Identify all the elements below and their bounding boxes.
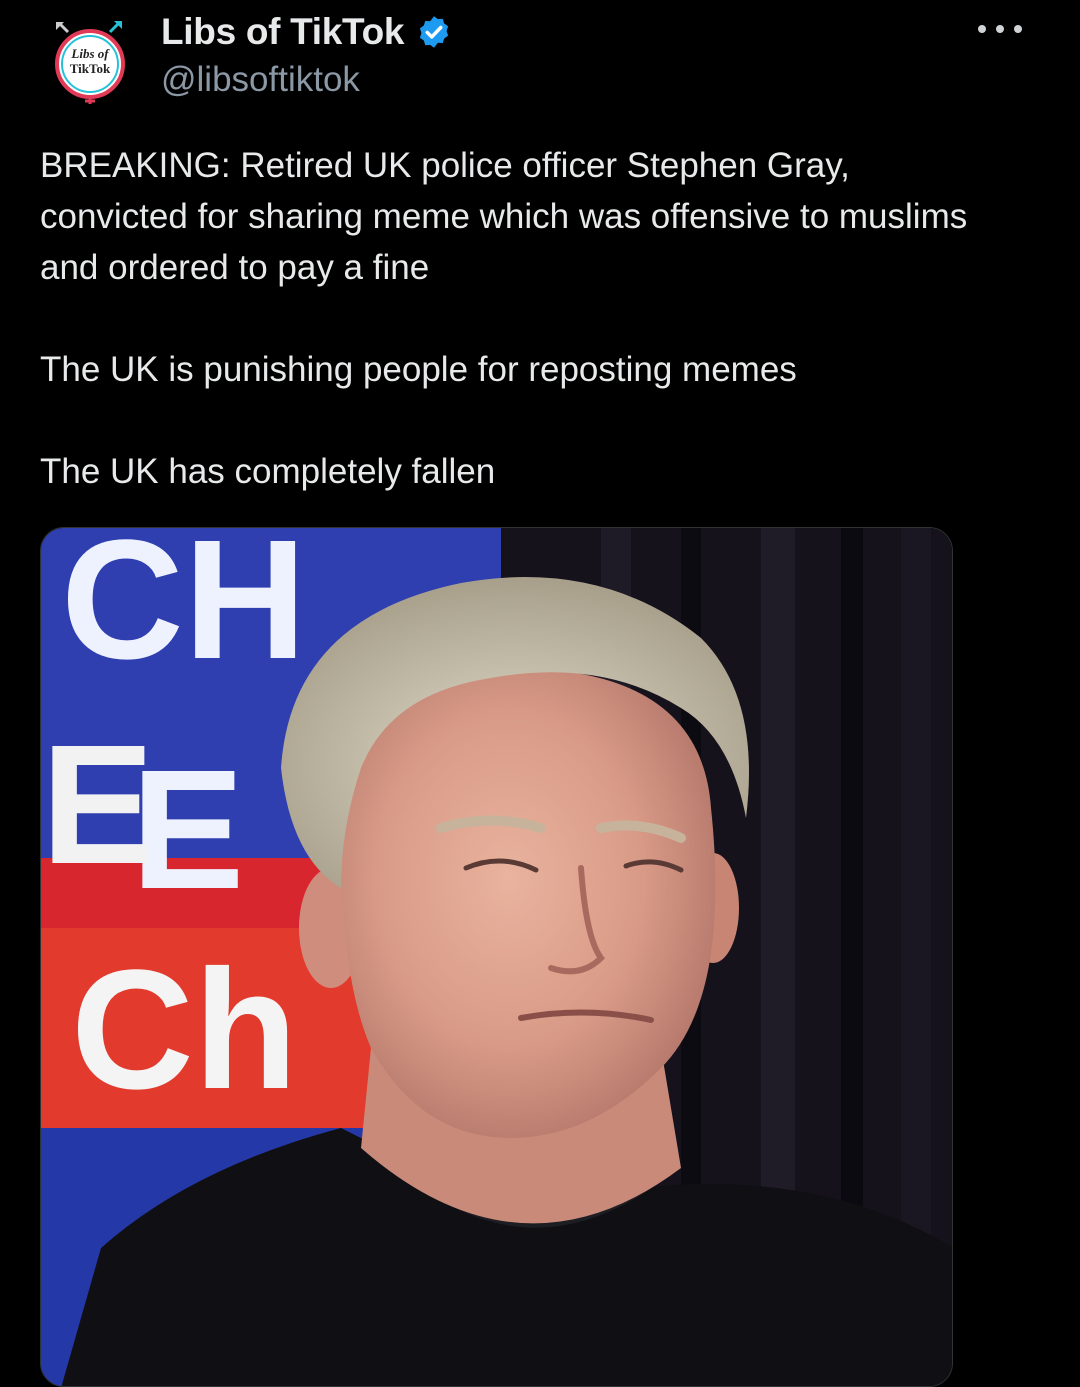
avatar-text-line1: Libs of [70, 46, 110, 61]
photo-illustration: CH E E Ch [41, 528, 952, 1386]
more-dot [978, 25, 986, 33]
tweet-media-photo[interactable]: CH E E Ch [40, 527, 953, 1387]
tweet-text: BREAKING: Retired UK police officer Step… [40, 140, 970, 497]
svg-text:E: E [41, 710, 154, 900]
tweet-paragraph: The UK is punishing people for reposting… [40, 350, 797, 389]
avatar-text-line2: TikTok [70, 61, 111, 76]
tweet-paragraph: BREAKING: Retired UK police officer Step… [40, 146, 968, 287]
more-options-icon[interactable] [978, 14, 1022, 44]
verified-badge-icon [420, 16, 449, 48]
author-display-name[interactable]: Libs of TikTok [161, 11, 404, 53]
tweet-paragraph: The UK has completely fallen [40, 452, 496, 491]
svg-text:Ch: Ch [71, 935, 298, 1125]
avatar-logo: Libs of TikTok [55, 20, 125, 104]
author-avatar[interactable]: Libs of TikTok [54, 20, 126, 104]
author-handle[interactable]: @libsoftiktok [161, 60, 360, 100]
author-name-row: Libs of TikTok [161, 10, 452, 54]
more-dot [996, 25, 1004, 33]
more-dot [1014, 25, 1022, 33]
svg-text:CH: CH [61, 528, 307, 695]
